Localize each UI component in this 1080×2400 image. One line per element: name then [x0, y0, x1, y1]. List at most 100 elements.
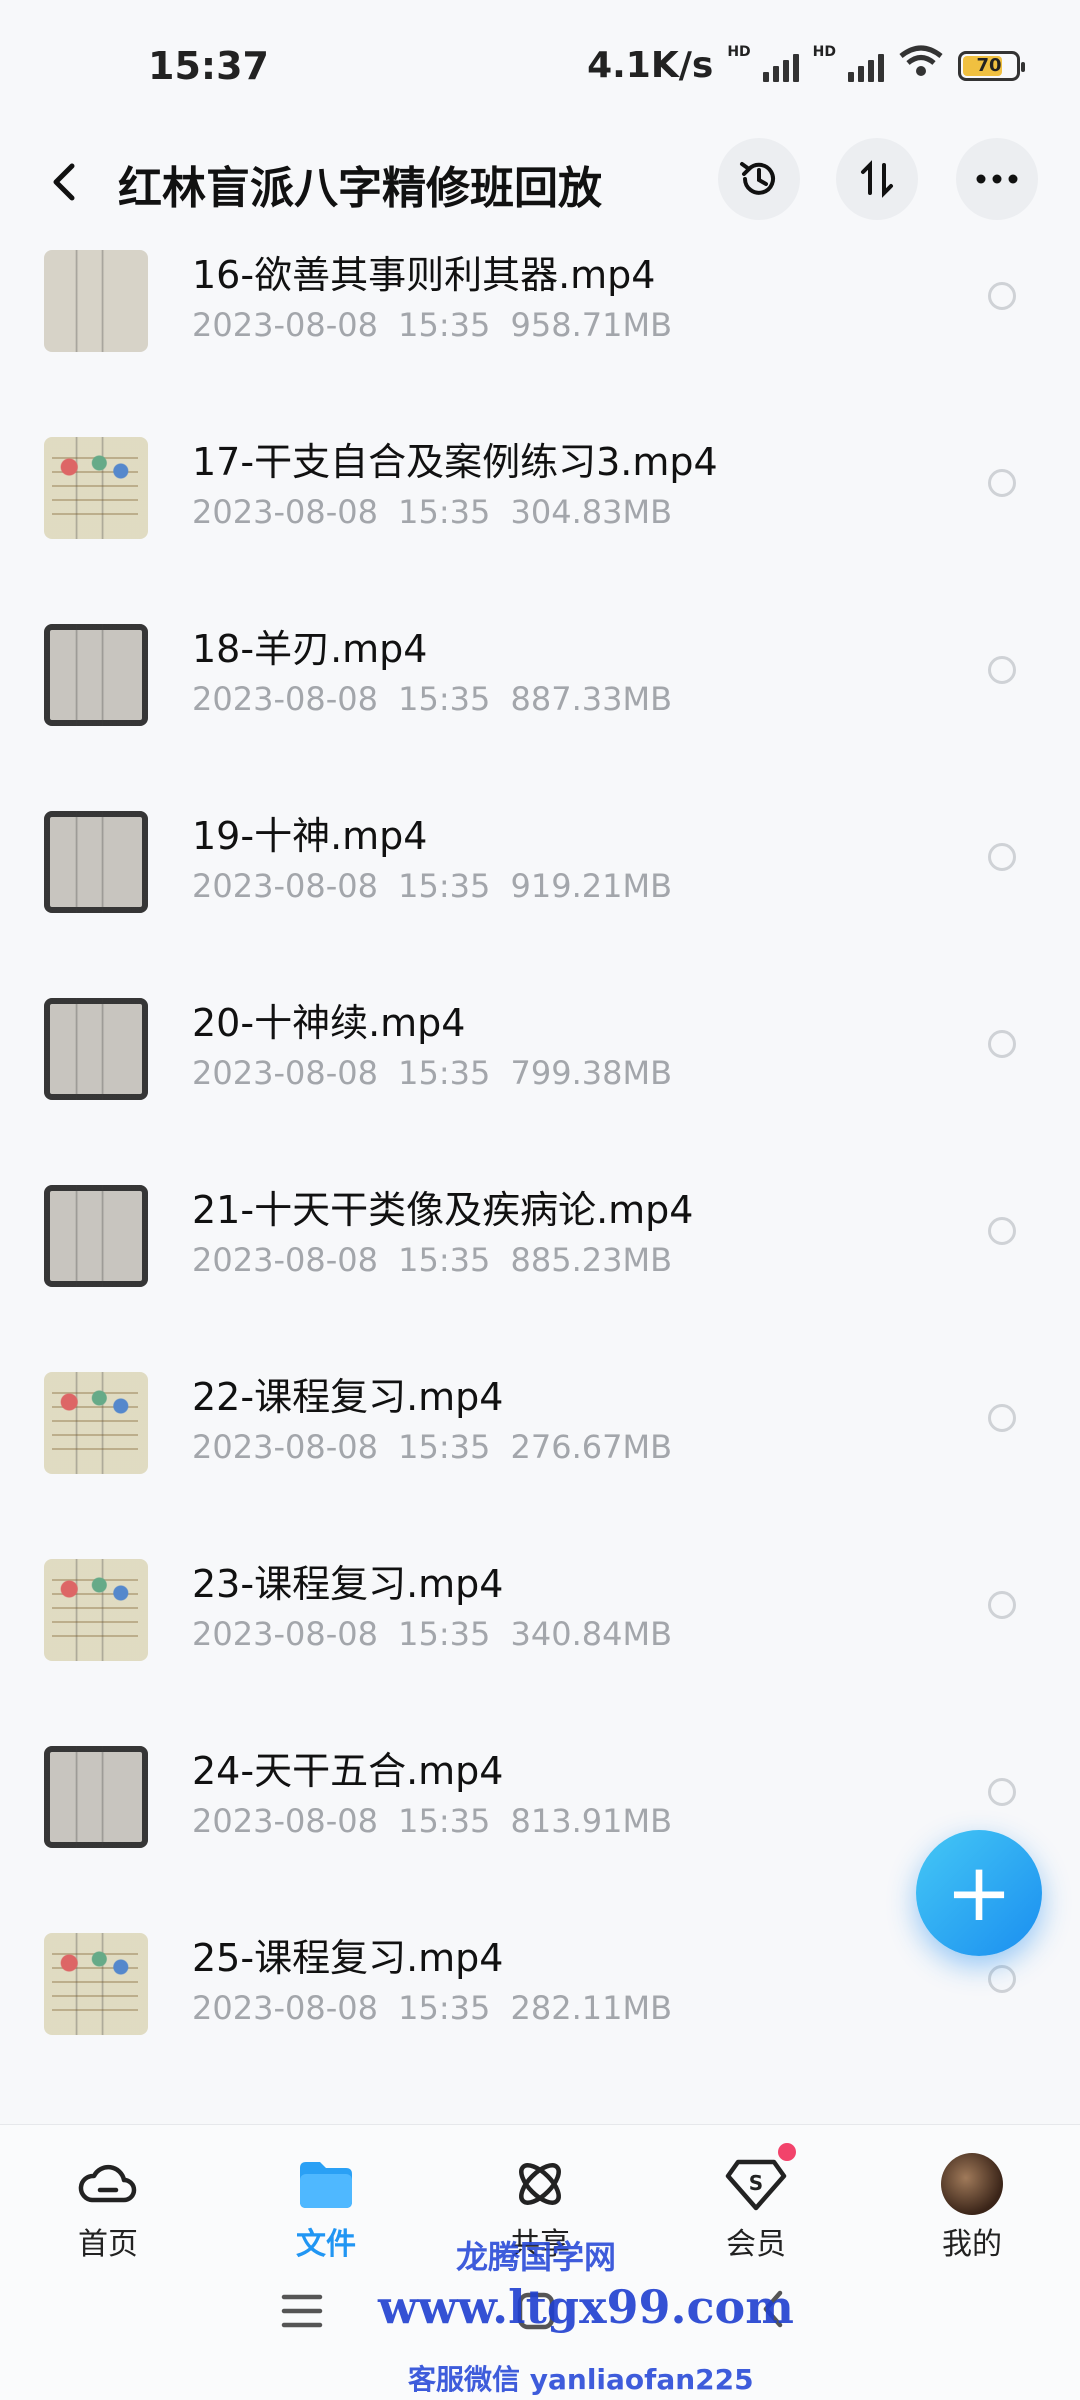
battery-icon: 70 [958, 50, 1025, 81]
file-meta: 2023-08-08 15:35 276.67MB [192, 1428, 672, 1466]
select-radio[interactable] [988, 843, 1016, 871]
file-row[interactable]: 22-课程复习.mp4 2023-08-08 15:35 276.67MB [0, 1356, 1080, 1543]
history-button[interactable] [718, 138, 800, 220]
file-name: 22-课程复习.mp4 [192, 1375, 504, 1419]
file-name: 18-羊刃.mp4 [192, 627, 428, 671]
file-size: 340.84MB [510, 1615, 673, 1653]
file-row[interactable]: 20-十神续.mp4 2023-08-08 15:35 799.38MB [0, 982, 1080, 1169]
video-thumbnail [44, 437, 148, 539]
file-date: 2023-08-08 [192, 1241, 378, 1279]
notification-dot [778, 2143, 796, 2161]
wifi-icon [898, 44, 944, 87]
video-thumbnail [44, 998, 148, 1100]
video-thumbnail [44, 1559, 148, 1661]
video-thumbnail [44, 624, 148, 726]
file-row[interactable]: 25-课程复习.mp4 2023-08-08 15:35 282.11MB [0, 1917, 1080, 2104]
file-meta: 2023-08-08 15:35 919.21MB [192, 867, 672, 905]
file-date: 2023-08-08 [192, 1615, 378, 1653]
select-radio[interactable] [988, 1965, 1016, 1993]
file-time: 15:35 [398, 1615, 491, 1653]
select-radio[interactable] [988, 656, 1016, 684]
file-size: 276.67MB [510, 1428, 673, 1466]
select-radio[interactable] [988, 1591, 1016, 1619]
vip-icon: S [686, 2153, 826, 2215]
file-row[interactable]: 17-干支自合及案例练习3.mp4 2023-08-08 15:35 304.83… [0, 421, 1080, 608]
file-size: 919.21MB [510, 867, 673, 905]
menu-icon [281, 2294, 323, 2328]
tab-label: 文件 [296, 2227, 356, 2262]
more-button[interactable] [956, 138, 1038, 220]
select-radio[interactable] [988, 282, 1016, 310]
signal-icon-2 [848, 50, 884, 82]
file-meta: 2023-08-08 15:35 885.23MB [192, 1241, 672, 1279]
file-time: 15:35 [398, 493, 491, 531]
file-date: 2023-08-08 [192, 306, 378, 344]
tab-vip[interactable]: S 会员 [686, 2143, 826, 2263]
hd-badge-2: HD [812, 44, 836, 60]
file-time: 15:35 [398, 680, 491, 718]
tab-label: 首页 [78, 2227, 138, 2262]
file-name: 16-欲善其事则利其器.mp4 [192, 253, 656, 297]
file-date: 2023-08-08 [192, 1802, 378, 1840]
sort-icon [861, 160, 893, 198]
file-time: 15:35 [398, 1241, 491, 1279]
file-name: 21-十天干类像及疾病论.mp4 [192, 1188, 694, 1232]
file-name: 17-干支自合及案例练习3.mp4 [192, 440, 718, 484]
select-radio[interactable] [988, 1778, 1016, 1806]
tab-label: 我的 [942, 2227, 1002, 2262]
more-icon [976, 174, 1018, 184]
file-name: 25-课程复习.mp4 [192, 1936, 504, 1980]
tab-home[interactable]: 首页 [38, 2153, 178, 2263]
file-date: 2023-08-08 [192, 680, 378, 718]
file-meta: 2023-08-08 15:35 304.83MB [192, 493, 672, 531]
file-time: 15:35 [398, 1054, 491, 1092]
file-date: 2023-08-08 [192, 867, 378, 905]
page-title: 红林盲派八字精修班回放 [118, 163, 602, 214]
file-size: 958.71MB [510, 306, 673, 344]
watermark-contact: 客服微信 yanliaofan225 [408, 2363, 754, 2396]
file-size: 885.23MB [510, 1241, 673, 1279]
avatar [941, 2153, 1003, 2215]
tab-files[interactable]: 文件 [256, 2153, 396, 2263]
select-radio[interactable] [988, 1030, 1016, 1058]
file-size: 813.91MB [510, 1802, 673, 1840]
watermark-url: www.ltgx99.com [378, 2280, 794, 2334]
file-date: 2023-08-08 [192, 1054, 378, 1092]
file-name: 23-课程复习.mp4 [192, 1562, 504, 1606]
file-size: 282.11MB [510, 1989, 673, 2027]
select-radio[interactable] [988, 469, 1016, 497]
status-bar: 15:37 4.1K/s HD HD 70 [0, 0, 1080, 140]
header: 红林盲派八字精修班回放 [0, 130, 1080, 240]
file-row[interactable]: 16-欲善其事则利其器.mp4 2023-08-08 15:35 958.71MB [0, 236, 1080, 421]
file-name: 19-十神.mp4 [192, 814, 428, 858]
watermark-site-name: 龙腾国学网 [456, 2238, 617, 2276]
battery-level: 70 [976, 55, 1002, 76]
select-radio[interactable] [988, 1404, 1016, 1432]
sort-button[interactable] [836, 138, 918, 220]
file-row[interactable]: 19-十神.mp4 2023-08-08 15:35 919.21MB [0, 795, 1080, 982]
plus-icon: + [945, 1846, 1013, 1939]
hd-badge-1: HD [727, 44, 751, 60]
file-size: 887.33MB [510, 680, 673, 718]
file-row[interactable]: 23-课程复习.mp4 2023-08-08 15:35 340.84MB [0, 1543, 1080, 1730]
chevron-left-icon [53, 163, 75, 201]
svg-text:S: S [749, 2171, 763, 2195]
video-thumbnail [44, 250, 148, 352]
cloud-icon [38, 2153, 178, 2215]
video-thumbnail [44, 811, 148, 913]
file-meta: 2023-08-08 15:35 958.71MB [192, 306, 672, 344]
file-size: 799.38MB [510, 1054, 673, 1092]
back-button[interactable] [44, 152, 94, 212]
network-speed: 4.1K/s [587, 45, 714, 86]
file-row[interactable]: 21-十天干类像及疾病论.mp4 2023-08-08 15:35 885.23M… [0, 1169, 1080, 1356]
select-radio[interactable] [988, 1217, 1016, 1245]
tab-me[interactable]: 我的 [902, 2153, 1042, 2263]
video-thumbnail [44, 1372, 148, 1474]
recent-apps-button[interactable] [280, 2284, 324, 2344]
video-thumbnail [44, 1746, 148, 1848]
file-time: 15:35 [398, 1802, 491, 1840]
file-date: 2023-08-08 [192, 1428, 378, 1466]
file-row[interactable]: 18-羊刃.mp4 2023-08-08 15:35 887.33MB [0, 608, 1080, 795]
signal-icon-1 [762, 50, 799, 82]
add-button[interactable]: + [916, 1830, 1042, 1956]
